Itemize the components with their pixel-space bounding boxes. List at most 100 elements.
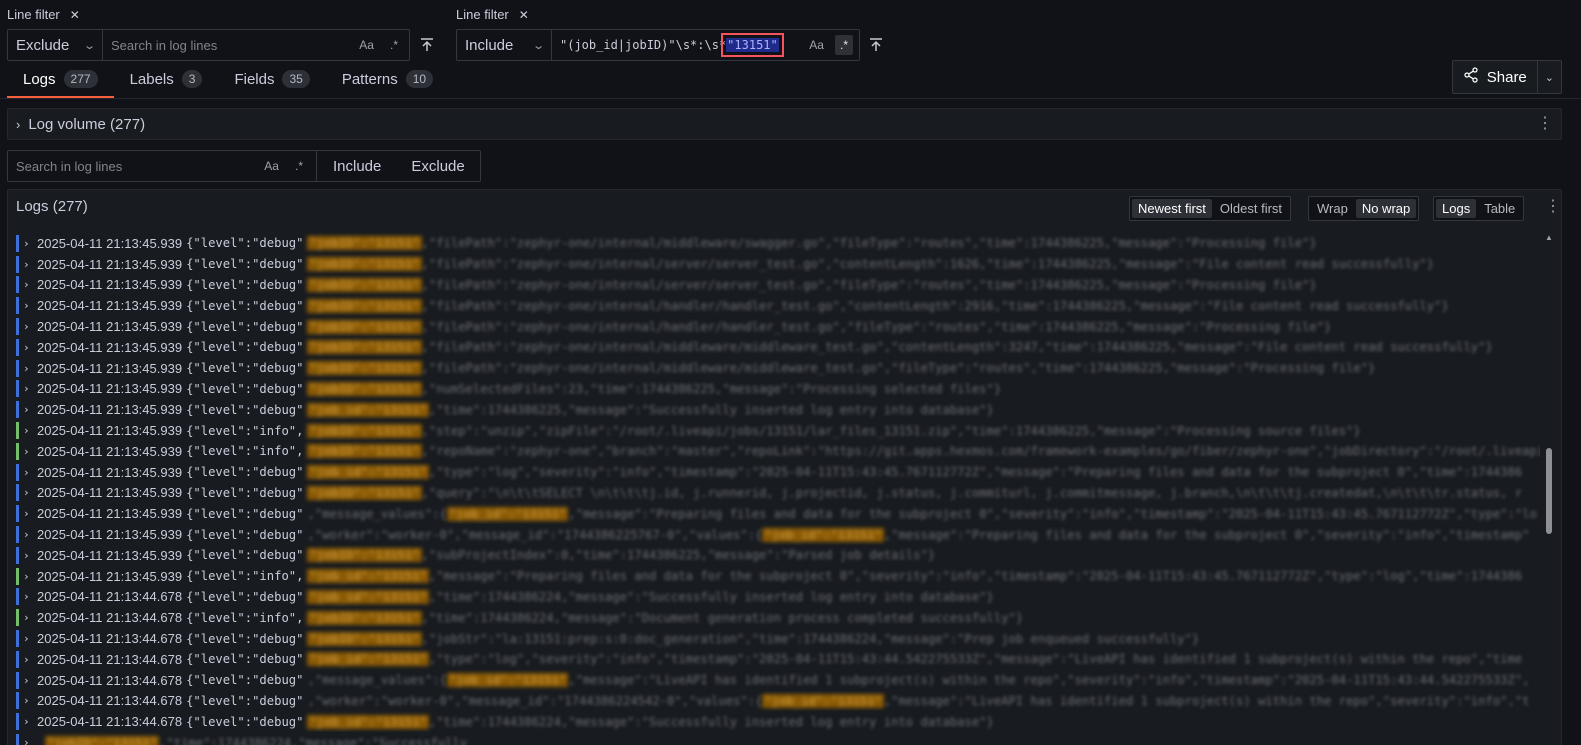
log-line-rest: ,"message":"Preparing files and data for… xyxy=(428,569,1523,584)
log-row[interactable]: › "jobID":"13151" ,"time":1744386224,"mess… xyxy=(16,732,1540,745)
no-wrap-button[interactable]: No wrap xyxy=(1355,199,1417,218)
tab-logs[interactable]: Logs 277 xyxy=(7,60,114,98)
log-row[interactable]: › 2025-04-11 21:13:45.939 {"level":"debug"… xyxy=(16,337,1540,358)
chevron-right-icon[interactable]: › xyxy=(23,403,37,416)
line-filter-1-mode-select[interactable]: Exclude ⌄ xyxy=(8,30,103,60)
line-filter-1-input[interactable]: Search in log lines xyxy=(103,30,354,60)
log-row[interactable]: › 2025-04-11 21:13:45.939 {"level":"debug"… xyxy=(16,254,1540,275)
tab-patterns[interactable]: Patterns 10 xyxy=(326,60,449,98)
chevron-right-icon[interactable]: › xyxy=(23,549,37,562)
log-row[interactable]: › 2025-04-11 21:13:45.939 {"level":"debug"… xyxy=(16,295,1540,316)
chevron-right-icon[interactable]: › xyxy=(23,590,37,603)
log-row[interactable]: › 2025-04-11 21:13:45.939 {"level":"info",… xyxy=(16,566,1540,587)
share-dropdown-chevron-icon[interactable]: ⌄ xyxy=(1536,61,1561,93)
log-row[interactable]: › 2025-04-11 21:13:45.939 {"level":"debug"… xyxy=(16,399,1540,420)
log-line-rest: ,"filePath":"zephyr-one/internal/server/… xyxy=(421,257,1435,272)
log-volume-panel[interactable]: › Log volume (277) ⋮ xyxy=(7,108,1562,140)
chevron-right-icon[interactable]: › xyxy=(23,632,37,645)
log-row[interactable]: › 2025-04-11 21:13:45.939 {"level":"debug"… xyxy=(16,483,1540,504)
line-filter-2-input[interactable]: "(job_id|jobID)"\s*:\s* "13151" xyxy=(552,30,804,60)
chevron-right-icon[interactable]: › xyxy=(23,486,37,499)
log-level-indicator xyxy=(16,609,19,627)
line-filter-2-regex-toggle[interactable]: .* xyxy=(834,35,853,55)
log-row[interactable]: › 2025-04-11 21:13:45.939 {"level":"debug"… xyxy=(16,462,1540,483)
log-row[interactable]: › 2025-04-11 21:13:44.678 {"level":"debug"… xyxy=(16,670,1540,691)
chevron-right-icon[interactable]: › xyxy=(23,528,37,541)
log-row[interactable]: › 2025-04-11 21:13:45.939 {"level":"debug"… xyxy=(16,545,1540,566)
chevron-right-icon[interactable]: › xyxy=(23,258,37,271)
chevron-right-icon[interactable]: › xyxy=(23,341,37,354)
log-row[interactable]: › 2025-04-11 21:13:44.678 {"level":"debug"… xyxy=(16,628,1540,649)
newest-first-button[interactable]: Newest first xyxy=(1132,199,1212,218)
chevron-right-icon[interactable]: › xyxy=(23,424,37,437)
wrap-button[interactable]: Wrap xyxy=(1311,199,1354,218)
line-filter-1-pin-icon[interactable] xyxy=(416,34,438,56)
log-row[interactable]: › 2025-04-11 21:13:45.939 {"level":"debug"… xyxy=(16,503,1540,524)
chevron-right-icon[interactable]: › xyxy=(23,570,37,583)
log-level-text: {"level":"info", xyxy=(186,444,304,459)
scroll-up-icon[interactable]: ▲ xyxy=(1545,233,1553,242)
line-filter-2-close-icon[interactable]: ✕ xyxy=(519,8,529,22)
line-filter-1-regex-toggle[interactable]: .* xyxy=(385,35,403,55)
log-row[interactable]: › 2025-04-11 21:13:45.939 {"level":"info",… xyxy=(16,441,1540,462)
chevron-right-icon[interactable]: › xyxy=(23,736,37,745)
chevron-right-icon[interactable]: › xyxy=(23,653,37,666)
line-filter-2-mode-select[interactable]: Include ⌄ xyxy=(457,30,552,60)
chevron-right-icon[interactable]: › xyxy=(23,320,37,333)
scrollbar-thumb[interactable] xyxy=(1546,448,1552,534)
log-row[interactable]: › 2025-04-11 21:13:45.939 {"level":"debug"… xyxy=(16,379,1540,400)
chevron-right-icon[interactable]: › xyxy=(23,694,37,707)
log-row[interactable]: › 2025-04-11 21:13:44.678 {"level":"debug"… xyxy=(16,691,1540,712)
log-match-highlight: "jobID":"13151" xyxy=(307,340,422,355)
log-line-rest: ,"message":"Preparing files and data for… xyxy=(883,527,1530,542)
line-filter-2-case-toggle[interactable]: Aa xyxy=(804,35,829,55)
line-filter-2-pin-icon[interactable] xyxy=(865,34,887,56)
chevron-right-icon[interactable]: › xyxy=(23,237,37,250)
chevron-right-icon[interactable]: › xyxy=(23,445,37,458)
log-level-indicator xyxy=(16,359,19,377)
log-line-rest: ,"message":"Preparing files and data for… xyxy=(568,506,1537,521)
log-timestamp: 2025-04-11 21:13:45.939 xyxy=(37,506,183,522)
log-row[interactable]: › 2025-04-11 21:13:45.939 {"level":"info",… xyxy=(16,420,1540,441)
exclude-button[interactable]: Exclude xyxy=(397,151,478,181)
log-row[interactable]: › 2025-04-11 21:13:45.939 {"level":"debug"… xyxy=(16,316,1540,337)
logs-kebab-menu-icon[interactable]: ⋮ xyxy=(1545,199,1561,215)
line-filter-1-case-toggle[interactable]: Aa xyxy=(354,35,379,55)
log-search-case-toggle[interactable]: Aa xyxy=(259,156,284,176)
chevron-right-icon[interactable]: › xyxy=(23,299,37,312)
log-row[interactable]: › 2025-04-11 21:13:44.678 {"level":"debug"… xyxy=(16,649,1540,670)
tab-fields[interactable]: Fields 35 xyxy=(218,60,325,98)
chevron-right-icon[interactable]: › xyxy=(23,715,37,728)
oldest-first-button[interactable]: Oldest first xyxy=(1214,199,1288,218)
log-row[interactable]: › 2025-04-11 21:13:45.939 {"level":"debug"… xyxy=(16,524,1540,545)
log-row[interactable]: › 2025-04-11 21:13:44.678 {"level":"debug"… xyxy=(16,587,1540,608)
chevron-right-icon[interactable]: › xyxy=(23,507,37,520)
chevron-right-icon[interactable]: › xyxy=(23,674,37,687)
share-button[interactable]: Share xyxy=(1453,61,1537,93)
logs-view-button[interactable]: Logs xyxy=(1436,199,1477,218)
line-filter-2-options: Aa .* xyxy=(804,30,859,60)
log-line-rest: ,"time":1744386224,"message":"Successful… xyxy=(428,589,994,604)
chevron-right-icon[interactable]: › xyxy=(23,466,37,479)
chevron-right-icon[interactable]: › xyxy=(23,362,37,375)
log-match-highlight: "jobID":"13151" xyxy=(307,236,422,251)
kebab-menu-icon[interactable]: ⋮ xyxy=(1537,116,1553,132)
log-row[interactable]: › 2025-04-11 21:13:45.939 {"level":"debug"… xyxy=(16,233,1540,254)
chevron-right-icon[interactable]: › xyxy=(23,278,37,291)
tab-labels[interactable]: Labels 3 xyxy=(114,60,219,98)
include-button[interactable]: Include xyxy=(317,151,397,181)
log-scrollbar[interactable]: ▲ xyxy=(1545,233,1553,745)
chevron-right-icon[interactable]: › xyxy=(23,611,37,624)
table-view-button[interactable]: Table xyxy=(1478,199,1521,218)
log-search-regex-toggle[interactable]: .* xyxy=(290,156,308,176)
log-row[interactable]: › 2025-04-11 21:13:44.678 {"level":"info",… xyxy=(16,607,1540,628)
log-search-input[interactable]: Search in log lines xyxy=(8,151,250,181)
log-row[interactable]: › 2025-04-11 21:13:45.939 {"level":"debug"… xyxy=(16,358,1540,379)
log-level-text: {"level":"debug" xyxy=(186,693,304,708)
chevron-right-icon[interactable]: › xyxy=(23,382,37,395)
log-level-indicator xyxy=(16,546,19,564)
log-row[interactable]: › 2025-04-11 21:13:44.678 {"level":"debug"… xyxy=(16,711,1540,732)
log-match-highlight: "jobID":"13151" xyxy=(307,423,422,438)
line-filter-1-close-icon[interactable]: ✕ xyxy=(70,8,80,22)
log-row[interactable]: › 2025-04-11 21:13:45.939 {"level":"debug"… xyxy=(16,275,1540,296)
